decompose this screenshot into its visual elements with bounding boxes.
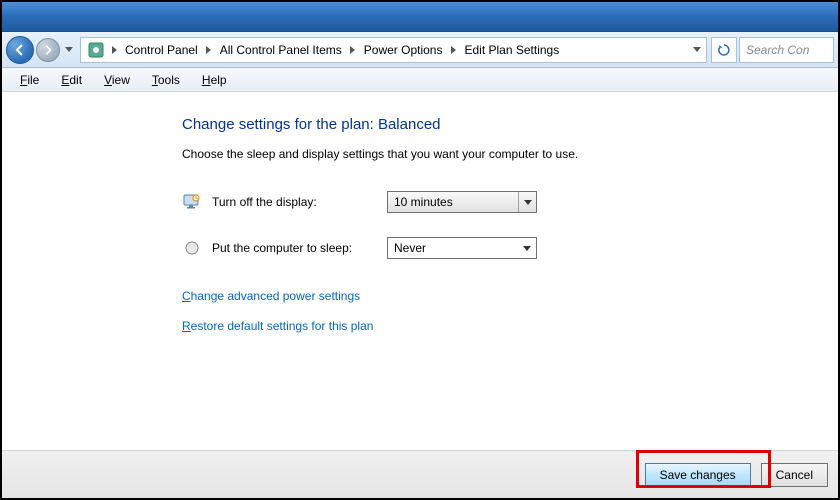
monitor-icon [182, 192, 202, 212]
content-area: Change settings for the plan: Balanced C… [2, 92, 838, 333]
menu-tools[interactable]: Tools [142, 71, 190, 89]
menu-file[interactable]: File [10, 71, 49, 89]
control-panel-icon[interactable] [87, 41, 105, 59]
save-button[interactable]: Save changes [645, 463, 751, 487]
footer-bar: Save changes Cancel [2, 450, 838, 498]
chevron-down-icon [518, 192, 536, 212]
chevron-down-icon [518, 238, 536, 258]
chevron-right-icon[interactable] [109, 38, 119, 62]
back-button[interactable] [6, 36, 34, 64]
page-title: Change settings for the plan: Balanced [182, 116, 838, 133]
chevron-right-icon[interactable] [204, 38, 214, 62]
menubar: File Edit View Tools Help [2, 68, 838, 92]
display-timeout-dropdown[interactable]: 10 minutes [387, 191, 537, 213]
crumb-all-items[interactable]: All Control Panel Items [214, 38, 348, 62]
crumb-control-panel[interactable]: Control Panel [119, 38, 204, 62]
sleep-timeout-dropdown[interactable]: Never [387, 237, 537, 259]
setting-sleep-timeout: Put the computer to sleep: Never [182, 237, 838, 259]
setting-display-timeout: Turn off the display: 10 minutes [182, 191, 838, 213]
search-input[interactable]: Search Con [739, 37, 834, 63]
nav-history-dropdown[interactable] [62, 36, 76, 64]
cancel-button[interactable]: Cancel [761, 463, 828, 487]
link-advanced-settings[interactable]: Change advanced power settings [182, 289, 838, 303]
window-titlebar [2, 2, 838, 32]
link-restore-defaults[interactable]: Restore default settings for this plan [182, 319, 838, 333]
moon-icon [182, 238, 202, 258]
display-timeout-label: Turn off the display: [212, 195, 387, 209]
crumb-edit-plan[interactable]: Edit Plan Settings [458, 38, 565, 62]
chevron-right-icon[interactable] [348, 38, 358, 62]
sleep-timeout-label: Put the computer to sleep: [212, 241, 387, 255]
breadcrumb: Control Panel All Control Panel Items Po… [80, 37, 707, 63]
page-description: Choose the sleep and display settings th… [182, 147, 838, 161]
refresh-button[interactable] [711, 37, 737, 63]
menu-edit[interactable]: Edit [51, 71, 92, 89]
chevron-down-icon[interactable] [692, 38, 702, 62]
forward-button[interactable] [36, 38, 60, 62]
menu-view[interactable]: View [94, 71, 140, 89]
menu-help[interactable]: Help [192, 71, 237, 89]
navigation-bar: Control Panel All Control Panel Items Po… [2, 32, 838, 68]
crumb-power-options[interactable]: Power Options [358, 38, 449, 62]
chevron-right-icon[interactable] [448, 38, 458, 62]
